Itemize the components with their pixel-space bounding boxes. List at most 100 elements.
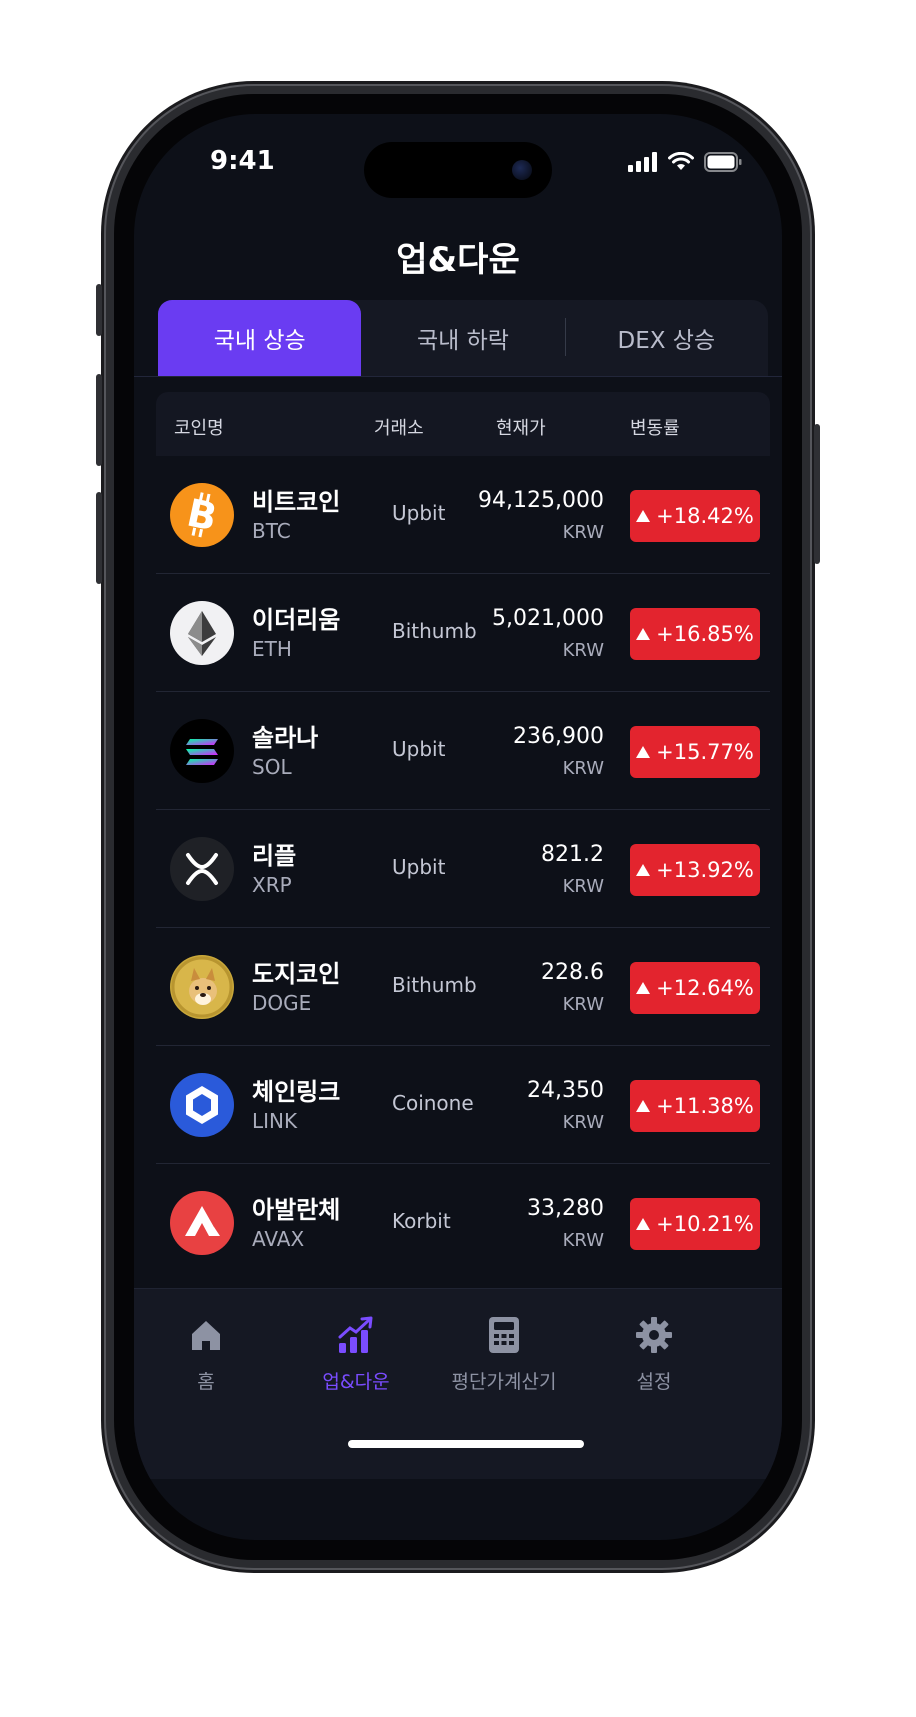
change-rate-badge: +11.38% [630, 1080, 760, 1132]
price-currency: KRW [562, 522, 604, 543]
change-rate: +15.77% [656, 740, 754, 764]
coin-name: 도지코인 [252, 960, 341, 988]
gear-icon [574, 1311, 734, 1359]
price-currency: KRW [562, 758, 604, 779]
up-triangle-icon [636, 982, 651, 994]
table-header: 코인명 거래소 현재가 변동률 [156, 392, 770, 456]
coin-symbol: ETH [252, 637, 292, 661]
coin-symbol: XRP [252, 873, 292, 897]
up-triangle-icon [636, 864, 651, 876]
nav-settings-label: 설정 [636, 1371, 672, 1393]
exchange-name: Upbit [392, 737, 446, 761]
coin-symbol: BTC [252, 519, 291, 543]
coin-row-link[interactable]: 체인링크 LINK Coinone 24,350 KRW +11.38% [156, 1046, 770, 1164]
tab-domestic-up[interactable]: 국내 상승 [158, 300, 362, 376]
home-icon [134, 1311, 286, 1359]
current-price: 24,350 [527, 1078, 604, 1103]
change-rate-badge: +15.77% [630, 726, 760, 778]
exchange-name: Upbit [392, 501, 446, 525]
coin-name: 이더리움 [252, 606, 341, 634]
current-price: 5,021,000 [492, 606, 604, 631]
bottom-nav: 홈 업&다운 평단가계산기 설정 [134, 1288, 782, 1479]
calculator-icon [424, 1311, 584, 1359]
change-rate: +13.92% [656, 858, 754, 882]
coin-row-doge[interactable]: 도지코인 DOGE Bithumb 228.6 KRW +12.64% [156, 928, 770, 1046]
tab-dex-up-label: DEX 상승 [617, 328, 716, 354]
nav-settings[interactable]: 설정 [574, 1311, 734, 1394]
volume-down-button [96, 492, 102, 584]
dynamic-island [364, 142, 552, 198]
coin-row-sol[interactable]: 솔라나 SOL Upbit 236,900 KRW +15.77% [156, 692, 770, 810]
change-rate-badge: +10.21% [630, 1198, 760, 1250]
up-triangle-icon [636, 510, 651, 522]
coin-symbol: DOGE [252, 991, 312, 1015]
wifi-icon [668, 152, 694, 170]
power-button [814, 424, 820, 564]
change-rate: +11.38% [656, 1094, 754, 1118]
coin-row-xrp[interactable]: 리플 XRP Upbit 821.2 KRW +13.92% [156, 810, 770, 928]
change-rate: +18.42% [656, 504, 754, 528]
signal-icon [628, 152, 657, 172]
coin-name: 솔라나 [252, 724, 319, 752]
price-currency: KRW [562, 1112, 604, 1133]
avalanche-icon [170, 1191, 234, 1255]
ethereum-icon [170, 601, 234, 665]
exchange-name: Korbit [392, 1209, 451, 1233]
price-currency: KRW [562, 640, 604, 661]
current-price: 33,280 [527, 1196, 604, 1221]
tab-divider [564, 318, 566, 356]
column-header-change[interactable]: 변동률 [630, 414, 680, 440]
price-currency: KRW [562, 994, 604, 1015]
coin-symbol: LINK [252, 1109, 298, 1133]
nav-home[interactable]: 홈 [134, 1311, 286, 1394]
nav-avg-price-calculator[interactable]: 평단가계산기 [424, 1311, 584, 1394]
coin-row-btc[interactable]: B 비트코인 BTC Upbit 94,125,000 KRW +18.42% [156, 456, 770, 574]
dogecoin-icon [170, 955, 234, 1019]
nav-home-label: 홈 [197, 1371, 215, 1393]
change-rate-badge: +12.64% [630, 962, 760, 1014]
coin-name: 비트코인 [252, 488, 341, 516]
column-header-exchange[interactable]: 거래소 [374, 414, 424, 440]
chart-up-icon [276, 1311, 436, 1359]
coin-row-eth[interactable]: 이더리움 ETH Bithumb 5,021,000 KRW +16.85% [156, 574, 770, 692]
exchange-name: Bithumb [392, 619, 477, 643]
bitcoin-icon: B [170, 483, 234, 547]
coin-symbol: SOL [252, 755, 292, 779]
tab-divider-line [134, 376, 782, 377]
change-rate-badge: +16.85% [630, 608, 760, 660]
phone-frame: 9:41 업&다운 국내 상승 국내 하락 DEX 상승 코인명 거래소 현재가… [96, 84, 820, 1570]
tab-bar: 국내 상승 국내 하락 DEX 상승 [158, 300, 768, 376]
coin-row-avax[interactable]: 아발란체 AVAX Korbit 33,280 KRW +10.21% [156, 1164, 770, 1281]
up-triangle-icon [636, 628, 651, 640]
current-price: 94,125,000 [478, 488, 604, 513]
coin-name: 리플 [252, 842, 297, 870]
chainlink-icon [170, 1073, 234, 1137]
exchange-name: Upbit [392, 855, 446, 879]
tab-dex-up[interactable]: DEX 상승 [564, 300, 768, 376]
front-camera [512, 160, 532, 180]
tab-domestic-down[interactable]: 국내 하락 [361, 300, 564, 376]
status-time: 9:41 [210, 146, 275, 176]
change-rate-badge: +18.42% [630, 490, 760, 542]
column-header-price[interactable]: 현재가 [496, 414, 546, 440]
current-price: 228.6 [541, 960, 604, 985]
volume-up-button [96, 374, 102, 466]
exchange-name: Bithumb [392, 973, 477, 997]
nav-updown[interactable]: 업&다운 [276, 1311, 436, 1394]
battery-icon [704, 152, 742, 172]
up-triangle-icon [636, 1100, 651, 1112]
change-rate-badge: +13.92% [630, 844, 760, 896]
page-title: 업&다운 [396, 240, 520, 280]
coin-name: 체인링크 [252, 1078, 341, 1106]
xrp-icon [170, 837, 234, 901]
home-indicator[interactable] [348, 1440, 584, 1448]
status-icons [628, 152, 742, 172]
up-triangle-icon [636, 746, 651, 758]
nav-calculator-label: 평단가계산기 [451, 1371, 557, 1393]
exchange-name: Coinone [392, 1091, 474, 1115]
change-rate: +12.64% [656, 976, 754, 1000]
mute-switch [96, 284, 102, 336]
nav-updown-label: 업&다운 [322, 1371, 390, 1393]
column-header-coin[interactable]: 코인명 [174, 414, 224, 440]
app-screen: 9:41 업&다운 국내 상승 국내 하락 DEX 상승 코인명 거래소 현재가… [134, 114, 782, 1540]
